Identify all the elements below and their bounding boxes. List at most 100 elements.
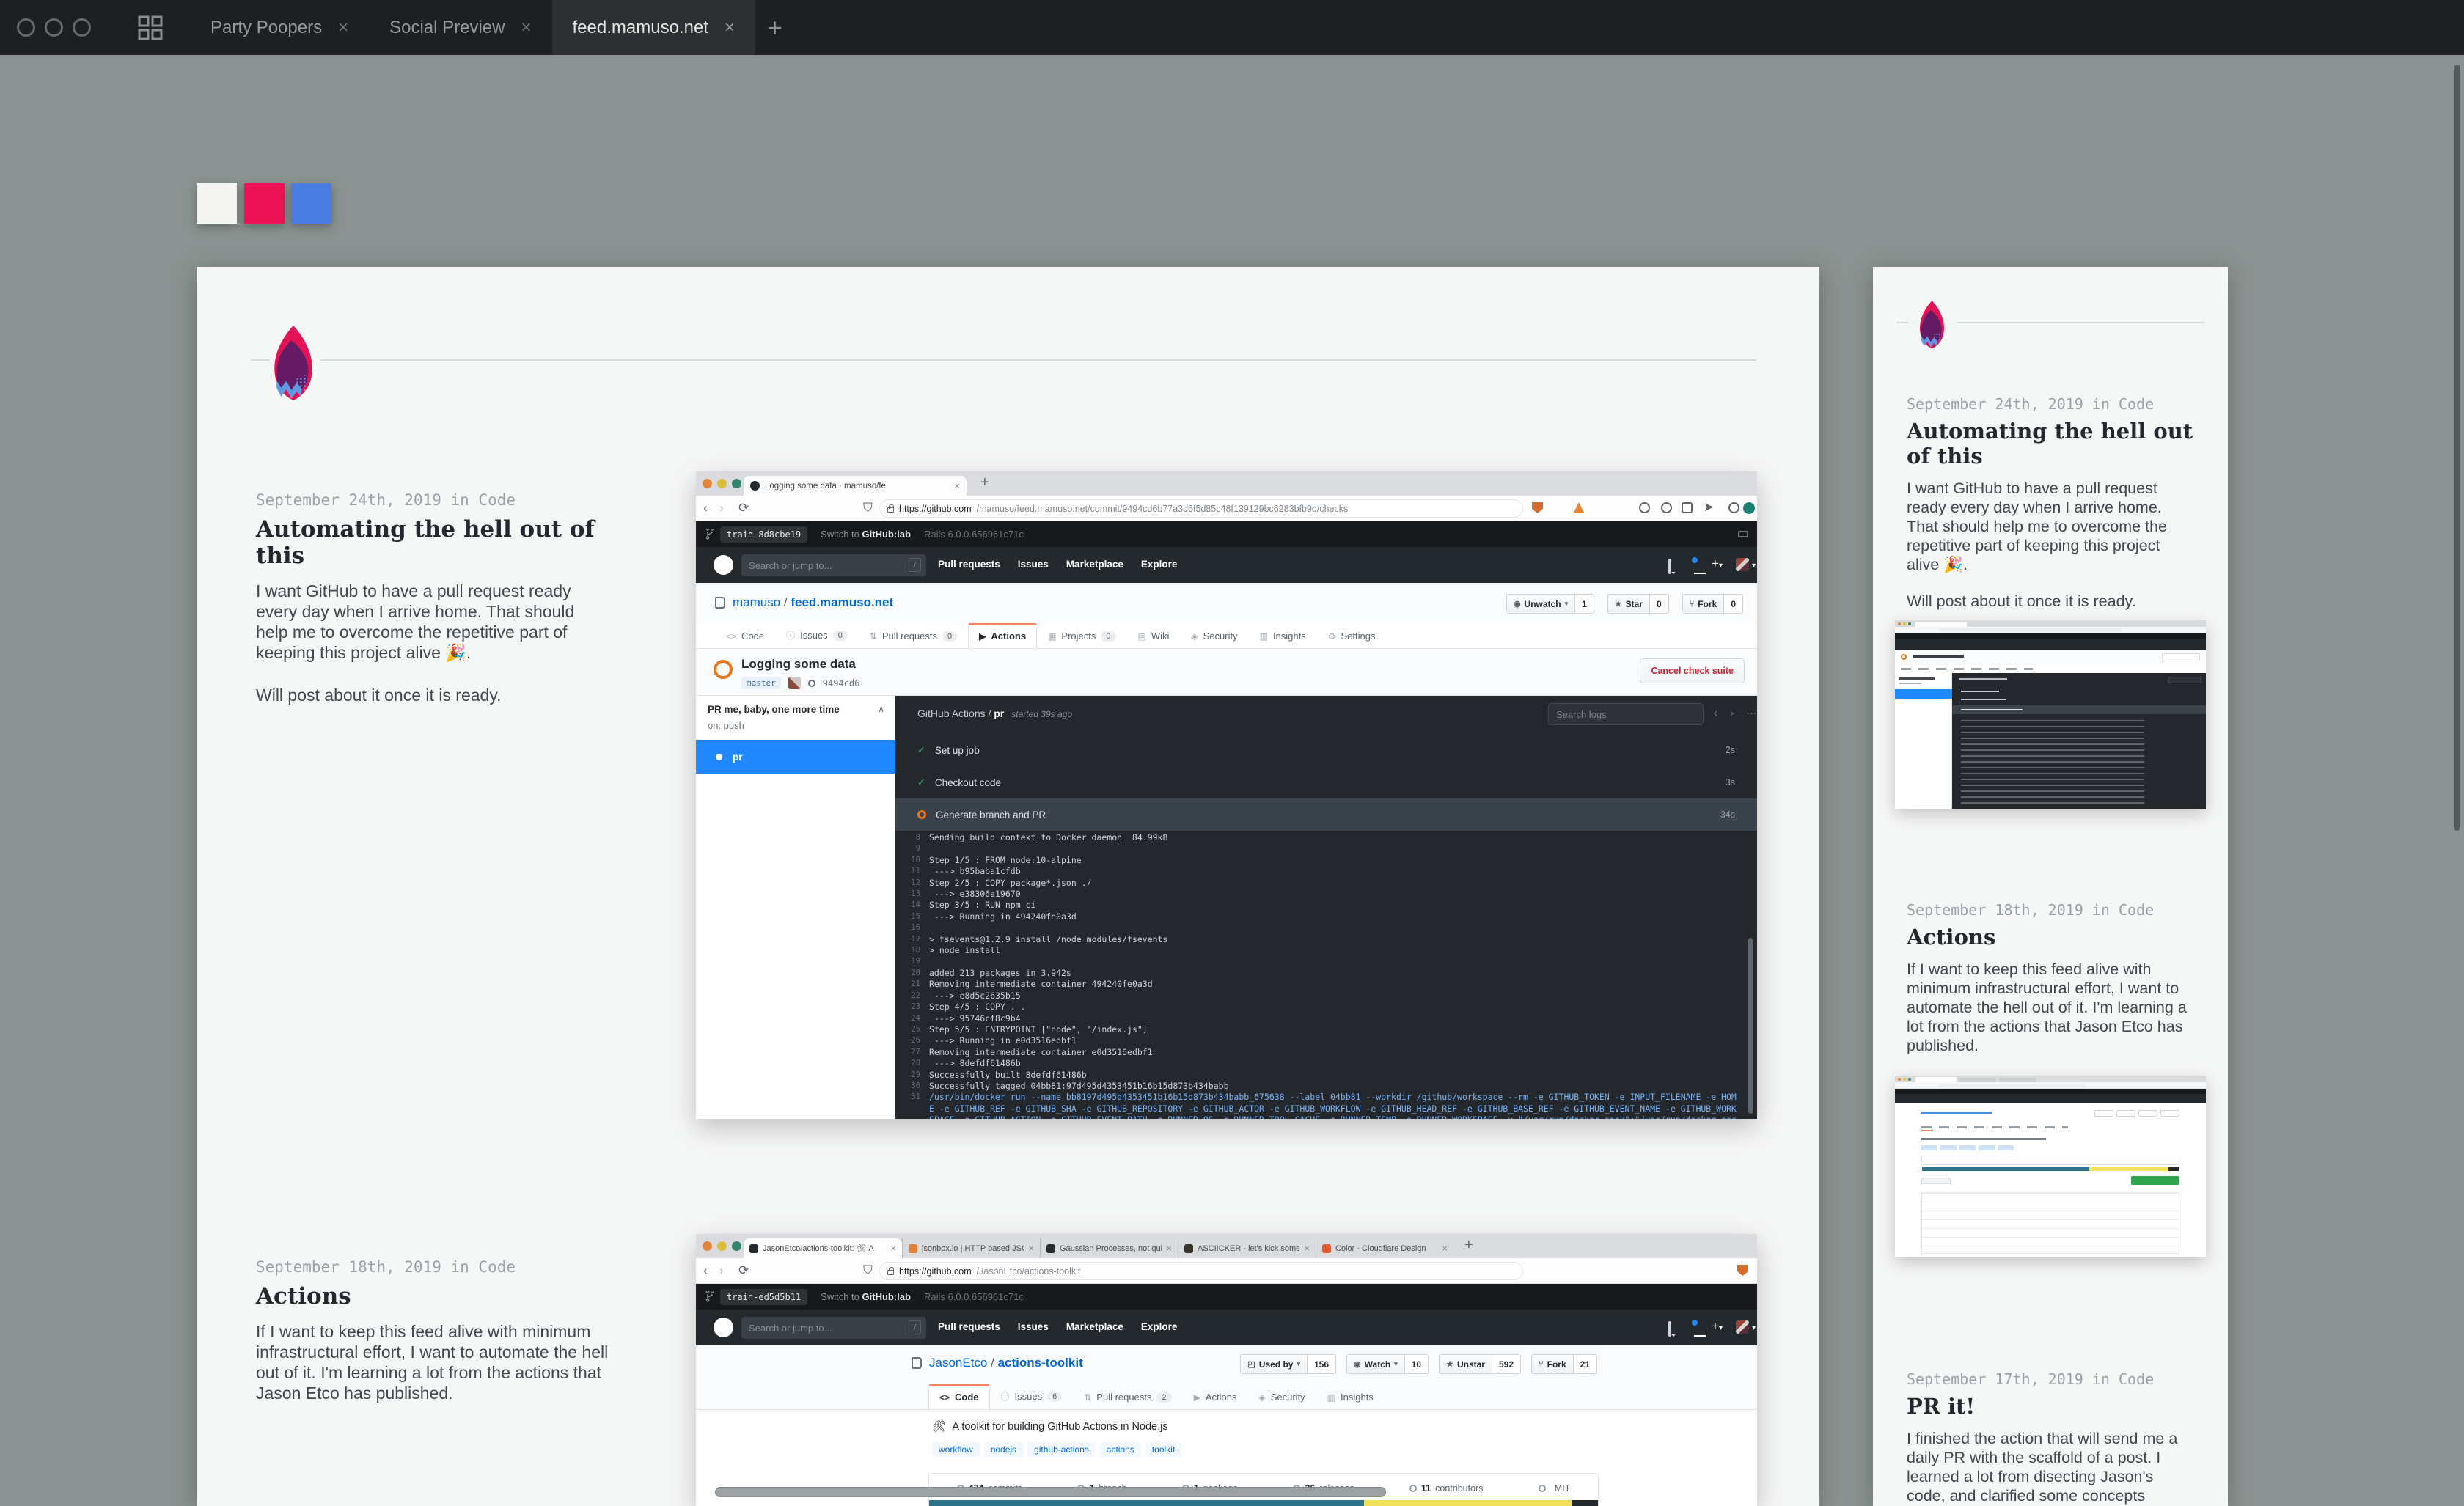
window-control-2[interactable] — [45, 18, 63, 37]
tab-label: Party Poopers — [210, 18, 322, 38]
topic-pill: nodejs — [984, 1442, 1023, 1457]
repo-owner-link: JasonEtco — [929, 1356, 987, 1370]
repo-tab: ⓘ Issues 0 — [775, 622, 859, 649]
repo-tabs: <> Code ⓘ Issues 6 ⇅ Pull r — [928, 1383, 1385, 1410]
post-date: September 24th, 2019 in Code — [1907, 396, 2200, 413]
browser-tab: Color - Cloudflare Design — [1316, 1238, 1453, 1258]
url-origin: https://github.com — [899, 1266, 972, 1277]
swatch-pink[interactable] — [244, 183, 285, 224]
job-item-pr: pr — [696, 740, 895, 774]
tab-party-poopers[interactable]: Party Poopers — [190, 0, 369, 55]
slash-hint: / — [909, 558, 921, 572]
address-field: https://github.com/JasonEtco/actions-too… — [879, 1262, 1523, 1280]
repo-tab: <> Code — [928, 1384, 990, 1410]
log-line: 17> fsevents@1.2.9 install /node_modules… — [895, 934, 1757, 945]
log-line: 25Step 5/5 : ENTRYPOINT ["node", "/index… — [895, 1024, 1757, 1035]
tab-icon: ⓘ — [786, 629, 795, 642]
post-paragraph: Will post about it once it is ready. — [1907, 592, 2194, 611]
back-icon: ‹ — [703, 1263, 708, 1278]
url-path: /JasonEtco/actions-toolkit — [977, 1266, 1081, 1277]
nav-link: Issues — [1018, 1321, 1049, 1332]
page-scrollbar-thumb[interactable] — [2454, 65, 2460, 831]
site-logo[interactable] — [1915, 301, 1948, 349]
slash-hint: / — [909, 1320, 921, 1334]
social-button: ★Unstar 592 — [1439, 1354, 1521, 1374]
tab-social-preview[interactable]: Social Preview — [369, 0, 551, 55]
window-control-3[interactable] — [73, 18, 91, 37]
github-logo-icon — [714, 1318, 733, 1337]
forward-icon: › — [719, 1263, 724, 1278]
post-paragraph: I finished the action that will send me … — [1907, 1429, 2194, 1505]
repo-icon — [912, 1357, 922, 1369]
swatch-white[interactable] — [197, 183, 237, 224]
mini-tabstrip — [1895, 620, 2206, 627]
repo-name-link: actions-toolkit — [998, 1356, 1083, 1370]
divider — [251, 359, 270, 361]
repo-tab: ▶ Actions — [1183, 1384, 1248, 1410]
log-line: 29Successfully built 8defdf61486b — [895, 1070, 1757, 1081]
actions-log-panel: GitHub Actions / prstarted 39s ago ‹ › …… — [895, 696, 1757, 1119]
log-line: 22 ---> e8d5c2635b15 — [895, 991, 1757, 1002]
profile-icon — [1728, 502, 1739, 513]
new-tab-icon: + — [980, 474, 989, 491]
in-progress-icon — [714, 660, 733, 679]
close-icon — [1166, 1243, 1172, 1254]
social-button: ◰Used by▾ 156 — [1240, 1354, 1336, 1374]
repo-tab: ◈ Security — [1247, 1384, 1316, 1410]
log-line: 31/usr/bin/docker run --name bb8197d495d… — [895, 1092, 1757, 1119]
traffic-light-close — [703, 1241, 712, 1251]
site-logo[interactable] — [274, 326, 313, 401]
kebab-menu-icon: … — [1746, 705, 1757, 717]
post-title: PR it! — [1907, 1394, 2200, 1419]
window-control-1[interactable] — [17, 18, 35, 37]
new-tab-button[interactable]: + — [767, 12, 782, 43]
log-line: 27Removing intermediate container e0d351… — [895, 1047, 1757, 1058]
log-line: 9 — [895, 843, 1757, 854]
tab-icon: ▶ — [979, 631, 986, 642]
lang-javascript — [1364, 1500, 1572, 1506]
screenshot-thumbnail-actions[interactable] — [1895, 620, 2206, 809]
repo-header: mamuso / feed.mamuso.net ◉Unwatch▾ 1 ★St… — [696, 583, 1757, 625]
close-icon — [954, 480, 960, 491]
post-title: Actions — [256, 1283, 623, 1310]
tab-overview-icon[interactable] — [137, 15, 164, 41]
close-icon[interactable] — [725, 18, 735, 38]
mini-repo-page — [1895, 1103, 2206, 1257]
check-title: Logging some data — [741, 657, 856, 672]
swatch-blue[interactable] — [291, 183, 331, 224]
workflow-step: Checkout code 3s — [895, 766, 1757, 798]
log-line: 24 ---> 95746cf8c9b4 — [895, 1013, 1757, 1024]
repo-breadcrumb: JasonEtco / actions-toolkit — [929, 1356, 1083, 1370]
tab-feed-mamuso-net[interactable]: feed.mamuso.net — [552, 0, 755, 55]
repo-header: JasonEtco / actions-toolkit ◰Used by▾ 15… — [696, 1345, 1757, 1410]
social-button: ★Star 0 — [1607, 594, 1669, 614]
repo-tab: ◈ Security — [1180, 623, 1248, 649]
screenshot-github-actions-run[interactable]: Logging some data · mamuso/fe + ‹ › ⟳ ⛉ … — [696, 471, 1757, 1119]
github-nav-links: Pull requestsIssuesMarketplaceExplore — [938, 559, 1177, 570]
console-icon — [1738, 531, 1748, 537]
github-nav: / Pull requestsIssuesMarketplaceExplore … — [696, 1310, 1757, 1345]
scrollbar-thumb[interactable] — [1748, 938, 1753, 1114]
horizontal-scrollbar-thumb[interactable] — [715, 1487, 1386, 1497]
workflow-sidebar: PR me, baby, one more time ∧ on: push pr — [696, 696, 895, 1119]
tab-title: Logging some data · mamuso/fe — [765, 482, 949, 491]
traffic-light-minimize — [717, 479, 727, 488]
close-icon[interactable] — [521, 18, 532, 38]
deploy-branch-badge: train-8d8cbe19 — [720, 526, 807, 543]
tab-icon: ⇅ — [870, 631, 877, 642]
screenshot-github-repo[interactable]: JasonEtco/actions-toolkit: 🛠 A jsonbox.i… — [696, 1234, 1757, 1506]
screenshot-thumbnail-repo[interactable] — [1895, 1076, 2206, 1257]
post-date: September 17th, 2019 in Code — [1907, 1371, 2200, 1388]
chevron-down-icon: ▾ — [1752, 562, 1756, 570]
shield-extension-icon — [1532, 502, 1543, 513]
close-icon — [1304, 1243, 1310, 1254]
log-line: 26 ---> Running in e0d3516edbf1 — [895, 1035, 1757, 1046]
close-icon[interactable] — [338, 18, 348, 38]
tab-title: JasonEtco/actions-toolkit: 🛠 A — [763, 1244, 886, 1253]
mini-staff-bar — [1895, 633, 2206, 639]
tab-label: feed.mamuso.net — [573, 18, 708, 38]
topic-pill: actions — [1100, 1442, 1141, 1457]
social-button: ⑂Fork 21 — [1531, 1354, 1597, 1374]
nav-link: Explore — [1141, 1321, 1178, 1332]
repo-tab: ▥ Insights — [1249, 623, 1317, 649]
